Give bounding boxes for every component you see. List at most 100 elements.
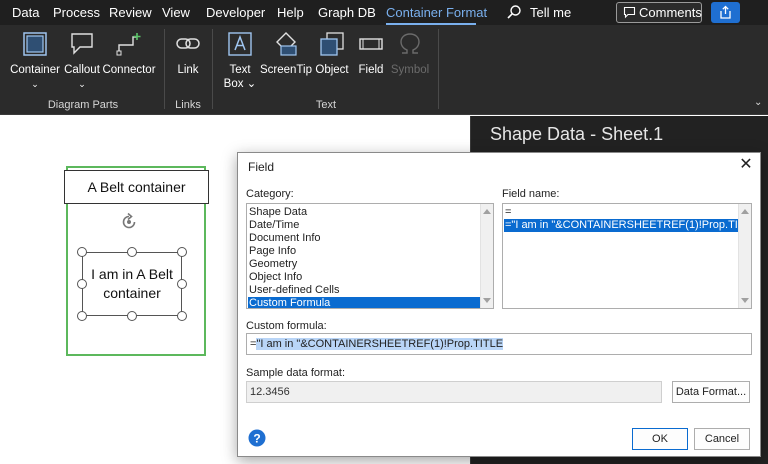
- text-box-label-box: Box: [223, 78, 244, 90]
- object-icon: [320, 32, 344, 56]
- list-item-selected[interactable]: ="I am in "&CONTAINERSHEETREF(1)!Prop.TI…: [504, 219, 751, 232]
- list-item[interactable]: Geometry: [248, 258, 480, 271]
- resize-handle[interactable]: [177, 311, 187, 321]
- cancel-button[interactable]: Cancel: [694, 428, 750, 450]
- resize-handle[interactable]: [77, 279, 87, 289]
- list-item-selected[interactable]: Custom Formula: [248, 297, 480, 308]
- scroll-down-icon[interactable]: [483, 298, 491, 303]
- callout-icon: [71, 33, 93, 55]
- tab-container-format[interactable]: Container Format: [386, 5, 487, 20]
- shape-text-line1: I am in A Belt: [91, 266, 173, 282]
- menu-view[interactable]: View: [162, 5, 190, 20]
- field-dialog: Field ✕ Category: Shape Data Date/Time D…: [237, 152, 761, 457]
- field-label: Field: [358, 64, 384, 76]
- scrollbar[interactable]: [738, 204, 751, 308]
- list-item[interactable]: Object Info: [248, 271, 480, 284]
- resize-handle[interactable]: [127, 311, 137, 321]
- help-icon[interactable]: ?: [248, 429, 266, 447]
- menu-bar: Data Process Review View Developer Help …: [0, 0, 768, 25]
- share-button[interactable]: [711, 2, 740, 23]
- list-item[interactable]: User-defined Cells: [248, 284, 480, 297]
- chevron-down-icon: ⌄: [31, 79, 39, 89]
- text-box-label-line1: Text: [229, 64, 251, 76]
- list-item[interactable]: Document Info: [248, 232, 480, 245]
- resize-handle[interactable]: [177, 247, 187, 257]
- category-list[interactable]: Shape Data Date/Time Document Info Page …: [246, 203, 494, 309]
- close-icon[interactable]: ✕: [735, 155, 757, 177]
- ok-button[interactable]: OK: [632, 428, 688, 450]
- scroll-up-icon[interactable]: [741, 209, 749, 214]
- menu-help[interactable]: Help: [277, 5, 304, 20]
- list-item[interactable]: =: [504, 206, 738, 219]
- menu-process[interactable]: Process: [53, 5, 100, 20]
- group-label-text: Text: [315, 99, 337, 111]
- tell-me-box[interactable]: Tell me: [530, 5, 571, 20]
- connector-icon: [116, 33, 141, 56]
- visio-window: Data Process Review View Developer Help …: [0, 0, 768, 464]
- group-separator: [438, 29, 439, 109]
- field-name-list[interactable]: = ="I am in "&CONTAINERSHEETREF(1)!Prop.…: [502, 203, 752, 309]
- connector-label: Connector: [102, 64, 156, 76]
- container-title[interactable]: A Belt container: [64, 170, 209, 204]
- list-item[interactable]: Date/Time: [248, 219, 480, 232]
- list-item[interactable]: Shape Data: [248, 206, 480, 219]
- shape-text-line2: container: [103, 285, 161, 301]
- object-label: Object: [315, 64, 349, 76]
- connector-button[interactable]: Connector: [102, 31, 156, 77]
- dialog-title: Field: [248, 160, 275, 174]
- container-button[interactable]: Container ⌄: [8, 31, 62, 91]
- link-button[interactable]: Link: [170, 31, 206, 77]
- screentip-button[interactable]: ScreenTip: [260, 31, 312, 77]
- callout-label: Callout: [64, 64, 100, 76]
- object-button[interactable]: Object: [312, 31, 352, 77]
- scroll-down-icon[interactable]: [741, 298, 749, 303]
- list-item[interactable]: Page Info: [248, 245, 480, 258]
- symbol-icon: [400, 33, 420, 54]
- ribbon: Container ⌄ Callout ⌄ Connector Diagram …: [0, 25, 768, 115]
- shape-data-title: Shape Data - Sheet.1: [490, 124, 664, 144]
- text-box-button[interactable]: Text Box ⌄: [220, 31, 260, 91]
- menu-review[interactable]: Review: [109, 5, 152, 20]
- search-icon[interactable]: [506, 4, 522, 20]
- resize-handle[interactable]: [77, 311, 87, 321]
- screentip-label: ScreenTip: [260, 64, 312, 76]
- menu-graph-db[interactable]: Graph DB: [318, 5, 376, 20]
- shape-text: I am in A Belt container: [82, 265, 182, 303]
- chevron-down-icon: ⌄: [78, 79, 86, 89]
- field-icon: [359, 38, 383, 50]
- sample-format-label: Sample data format:: [246, 367, 346, 379]
- scrollbar[interactable]: [480, 204, 493, 308]
- link-label: Link: [177, 64, 199, 76]
- link-icon: [176, 38, 200, 49]
- callout-button[interactable]: Callout ⌄: [62, 31, 102, 91]
- group-separator: [164, 29, 165, 109]
- resize-handle[interactable]: [127, 247, 137, 257]
- container-label: Container: [10, 64, 60, 76]
- screentip-icon: [276, 32, 297, 56]
- symbol-label: Symbol: [390, 64, 430, 76]
- sample-format-field: 12.3456: [246, 381, 662, 403]
- symbol-button[interactable]: Symbol: [390, 31, 430, 77]
- container-icon: [23, 32, 47, 56]
- scroll-up-icon[interactable]: [483, 209, 491, 214]
- comment-icon: [623, 6, 636, 19]
- field-name-label: Field name:: [502, 188, 560, 200]
- comments-button[interactable]: Comments: [616, 2, 702, 23]
- category-label: Category:: [246, 188, 294, 200]
- group-label-diagram-parts: Diagram Parts: [47, 99, 119, 111]
- text-box-icon: [228, 32, 252, 56]
- share-icon: [720, 5, 731, 19]
- menu-data[interactable]: Data: [12, 5, 39, 20]
- group-label-links: Links: [175, 99, 201, 111]
- resize-handle[interactable]: [177, 279, 187, 289]
- custom-formula-input[interactable]: ="I am in "&CONTAINERSHEETREF(1)!Prop.TI…: [246, 333, 752, 355]
- custom-formula-label: Custom formula:: [246, 320, 327, 332]
- resize-handle[interactable]: [77, 247, 87, 257]
- menu-developer[interactable]: Developer: [206, 5, 265, 20]
- data-format-button[interactable]: Data Format...: [672, 381, 750, 403]
- rotate-icon[interactable]: [119, 212, 139, 232]
- formula-selection: "I am in "&CONTAINERSHEETREF(1)!Prop.TIT…: [256, 338, 504, 350]
- svg-text:?: ?: [253, 432, 260, 446]
- field-button[interactable]: Field: [354, 31, 388, 77]
- collapse-ribbon-icon[interactable]: ⌄: [754, 97, 762, 108]
